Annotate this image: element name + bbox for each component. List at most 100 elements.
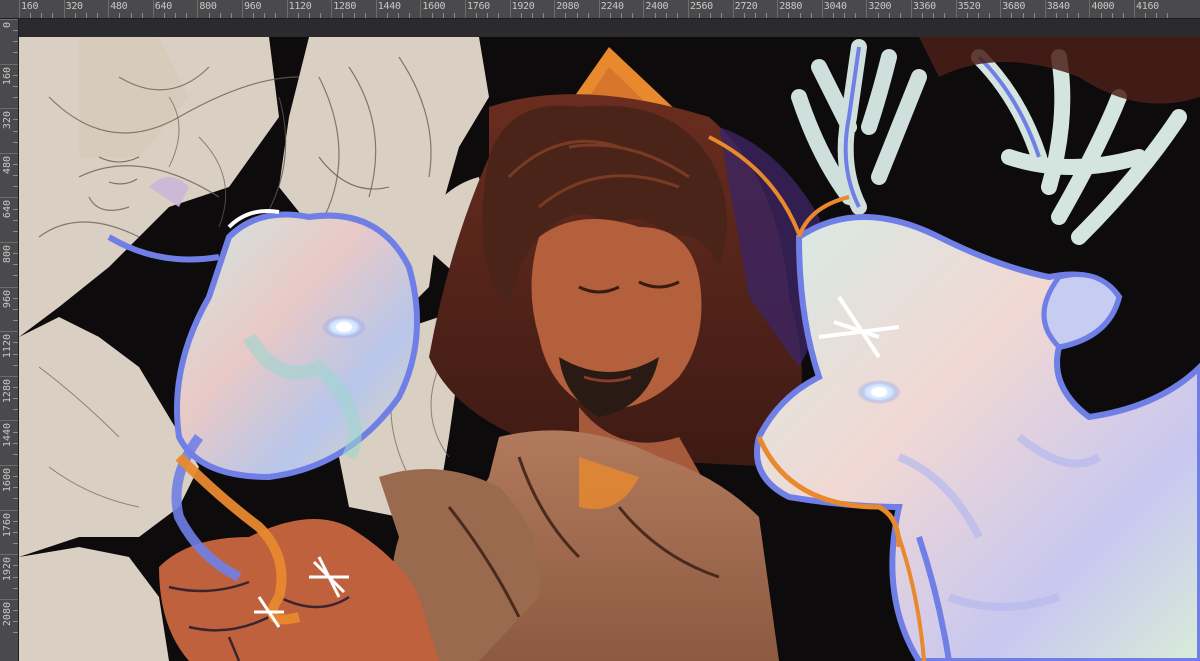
ruler-minor-tick (175, 13, 177, 18)
ruler-label: 960 (244, 1, 262, 12)
ruler-minor-tick (13, 442, 18, 444)
ruler-minor-tick (13, 230, 18, 232)
ruler-tick (821, 0, 823, 18)
ruler-minor-tick (699, 13, 701, 18)
ruler-tick (0, 554, 18, 556)
ruler-minor-tick (308, 13, 310, 18)
ruler-tick (420, 0, 422, 18)
ruler-tick (1044, 0, 1046, 18)
ruler-minor-tick (710, 13, 712, 18)
ruler-minor-tick (230, 13, 232, 18)
ruler-minor-tick (1067, 13, 1069, 18)
ruler-tick (0, 108, 18, 110)
ruler-minor-tick (754, 13, 756, 18)
ruler-label: 320 (65, 1, 83, 12)
ruler-label: 3200 (868, 1, 892, 12)
ruler-label: 480 (110, 1, 128, 12)
ruler-tick (777, 0, 779, 18)
ruler-minor-tick (13, 130, 18, 132)
ruler-label: 2880 (779, 1, 803, 12)
ruler-minor-tick (565, 13, 567, 18)
ruler-label: 2080 (556, 1, 580, 12)
ruler-minor-tick (13, 453, 18, 455)
ruler-label: 3040 (823, 1, 847, 12)
ruler-minor-tick (13, 531, 18, 533)
ruler-minor-tick (442, 13, 444, 18)
ruler-tick (0, 197, 18, 199)
ruler-minor-tick (52, 13, 54, 18)
left-ruler[interactable]: 0 160 320 480 640 800 960 1120 1280 1440 1600 1760 1… (0, 19, 19, 661)
ruler-minor-tick (13, 119, 18, 121)
ruler-tick (554, 0, 556, 18)
ruler-minor-tick (13, 320, 18, 322)
ruler-minor-tick (13, 97, 18, 99)
ruler-label: 1600 (2, 468, 13, 493)
ruler-minor-tick (989, 13, 991, 18)
ruler-minor-tick (888, 13, 890, 18)
ruler-tick (955, 0, 957, 18)
ruler-minor-tick (13, 41, 18, 43)
ruler-label: 1120 (288, 1, 312, 12)
ruler-minor-tick (41, 13, 43, 18)
ruler-label: 2560 (690, 1, 713, 12)
ruler-minor-tick (13, 141, 18, 143)
ruler-label: 160 (21, 1, 39, 12)
ruler-minor-tick (933, 13, 935, 18)
canvas-area[interactable] (19, 19, 1200, 661)
ruler-minor-tick (398, 13, 400, 18)
ruler-minor-tick (665, 13, 667, 18)
ruler-label: 1280 (333, 1, 357, 12)
ruler-minor-tick (944, 13, 946, 18)
ruler-minor-tick (13, 30, 18, 32)
ruler-tick (0, 152, 18, 154)
ruler-tick (0, 420, 18, 422)
ruler-minor-tick (13, 487, 18, 489)
ruler-minor-tick (13, 186, 18, 188)
ruler-minor-tick (977, 13, 979, 18)
ruler-label: 160 (2, 66, 13, 85)
ruler-tick (63, 0, 65, 18)
ruler-minor-tick (13, 308, 18, 310)
ruler-minor-tick (899, 13, 901, 18)
ruler-minor-tick (13, 398, 18, 400)
ruler-label: 1760 (467, 1, 490, 12)
ruler-tick (0, 598, 18, 600)
ruler-label: 800 (199, 1, 217, 12)
ruler-tick (0, 242, 18, 243)
ruler-label: 1920 (511, 1, 535, 12)
ruler-minor-tick (543, 13, 545, 18)
ruler-minor-tick (576, 13, 578, 18)
ruler-label: 1120 (2, 334, 13, 359)
ruler-minor-tick (1078, 13, 1080, 18)
ruler-tick (1000, 0, 1002, 18)
artwork-canvas[interactable] (19, 37, 1200, 661)
ruler-minor-tick (97, 13, 99, 18)
ruler-tick (866, 0, 868, 18)
ruler-minor-tick (13, 353, 18, 355)
ruler-minor-tick (766, 13, 768, 18)
ruler-tick (108, 0, 110, 18)
ruler-minor-tick (13, 264, 18, 266)
ruler-minor-tick (13, 632, 18, 634)
ruler-minor-tick (487, 13, 489, 18)
ruler-minor-tick (498, 13, 500, 18)
ruler-minor-tick (342, 13, 344, 18)
ruler-minor-tick (13, 297, 18, 299)
ruler-minor-tick (476, 13, 478, 18)
ruler-label: 1920 (2, 557, 13, 582)
ruler-minor-tick (186, 13, 188, 18)
ruler-minor-tick (141, 13, 143, 18)
ruler-tick (0, 286, 18, 288)
ruler-minor-tick (788, 13, 790, 18)
top-ruler[interactable]: 160 320 480 640 800 960 1120 1280 1440 1600 1760 19… (0, 0, 1200, 19)
ruler-minor-tick (453, 13, 455, 18)
ruler-minor-tick (877, 13, 879, 18)
ruler-tick (1134, 0, 1135, 18)
ruler-minor-tick (13, 342, 18, 344)
ruler-label: 1760 (2, 512, 13, 537)
ruler-label: 3360 (913, 1, 936, 12)
ruler-tick (19, 0, 20, 18)
ruler-minor-tick (13, 275, 18, 277)
ruler-minor-tick (13, 74, 18, 76)
ruler-tick (0, 375, 18, 377)
